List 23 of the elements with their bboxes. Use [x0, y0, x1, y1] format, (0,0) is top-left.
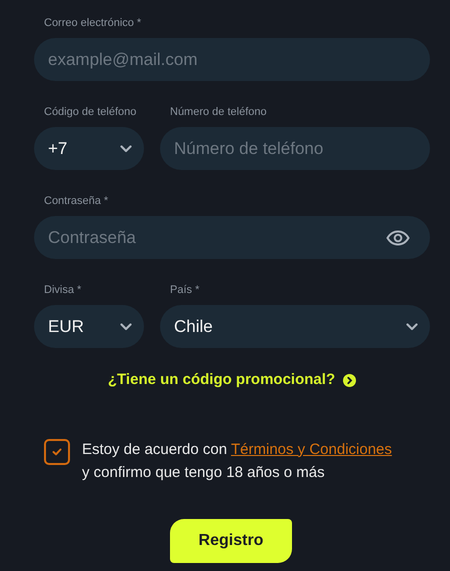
phone-number-field[interactable]: Número de teléfono [160, 127, 430, 170]
check-icon [52, 448, 62, 456]
agreement-text: Estoy de acuerdo con Términos y Condiciones y confirmo que tengo 18 años o más [82, 440, 392, 482]
field-label: Correo electrónico * [44, 17, 142, 30]
eye-icon[interactable] [386, 230, 410, 246]
promo-code-link[interactable]: ¿Tiene un código promocional? [108, 369, 336, 392]
field-label: Divisa * [44, 284, 82, 297]
email-field[interactable]: example@mail.com [34, 38, 430, 81]
chevron-down-icon [120, 322, 132, 330]
currency-select[interactable]: EUR [34, 305, 144, 348]
country-select[interactable]: Chile [160, 305, 430, 348]
register-button[interactable]: Registro [170, 518, 292, 562]
field-label: Número de teléfono [170, 106, 268, 119]
field-label: Código de teléfono [44, 106, 138, 119]
field-label: Contraseña * [44, 195, 110, 208]
chevron-down-icon [406, 322, 418, 330]
terms-link[interactable]: Términos y Condiciones [231, 440, 392, 458]
arrow-circle-icon[interactable] [343, 374, 356, 387]
phone-code-select[interactable]: +7 [34, 127, 144, 170]
password-field[interactable]: Contraseña [34, 216, 430, 259]
chevron-down-icon [120, 144, 132, 152]
field-label: País * [170, 284, 200, 297]
agreement-checkbox[interactable] [44, 438, 70, 464]
